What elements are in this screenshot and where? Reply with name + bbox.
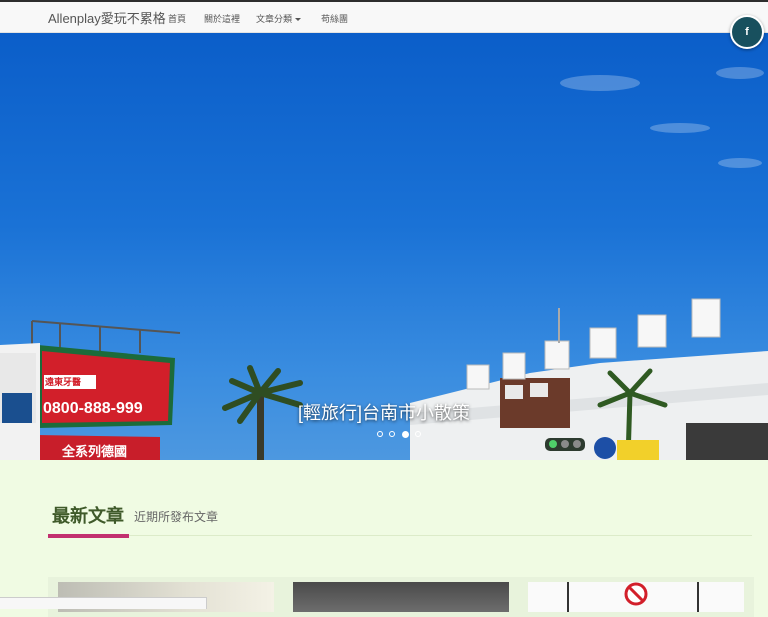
slide-dot[interactable] xyxy=(415,431,422,437)
section-subtitle: 近期所發布文章 xyxy=(134,510,219,524)
site-brand[interactable]: Allenplay愛玩不累格 xyxy=(48,8,166,27)
nav-fans[interactable]: 苟絲團 xyxy=(321,12,348,25)
section-accent-bar xyxy=(48,534,129,538)
facebook-button[interactable]: f xyxy=(730,15,764,49)
slider-indicators xyxy=(377,431,423,439)
section-divider xyxy=(48,535,752,536)
top-navbar: Allenplay愛玩不累格 首頁 關於這裡 文章分類 苟絲團 xyxy=(0,0,768,33)
sign-line1: 遠東牙醫 xyxy=(45,376,81,387)
post-card-thumbnail[interactable] xyxy=(293,582,509,612)
slide-dot[interactable] xyxy=(389,431,396,437)
nav-home[interactable]: 首頁 xyxy=(168,12,186,25)
slide-dot-active[interactable] xyxy=(401,431,409,438)
no-entry-sign-icon xyxy=(567,582,699,612)
post-card-thumbnail[interactable] xyxy=(528,582,744,612)
slide-dot[interactable] xyxy=(377,431,383,437)
section-title: 最新文章 xyxy=(52,506,124,526)
nav-about[interactable]: 關於這裡 xyxy=(204,12,240,25)
nav-categories-label: 文章分類 xyxy=(256,14,293,24)
slide-caption[interactable]: [輕旅行]台南市小散策 xyxy=(0,399,768,425)
status-bar xyxy=(0,597,207,609)
nav-categories[interactable]: 文章分類 xyxy=(256,12,302,25)
caret-down-icon xyxy=(295,18,302,22)
hero-slider[interactable]: 遠東牙醫 0800-888-999 全系列德國 [輕旅行]台南市小散策 xyxy=(0,33,768,460)
sign-line3: 全系列德國 xyxy=(61,444,127,459)
facebook-icon: f xyxy=(745,26,749,38)
hero-photo: 遠東牙醫 0800-888-999 全系列德國 xyxy=(0,67,768,460)
